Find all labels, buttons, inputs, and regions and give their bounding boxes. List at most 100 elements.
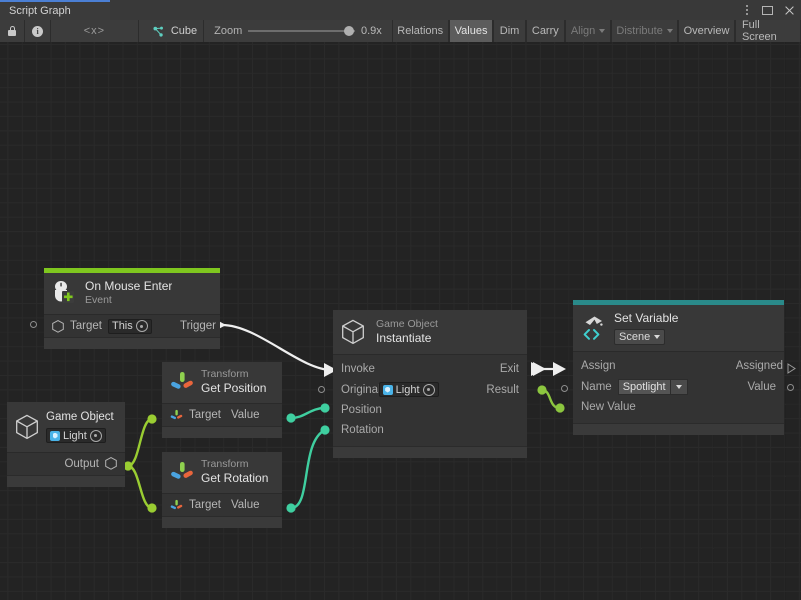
- row-target[interactable]: Target This Trigger: [44, 315, 220, 337]
- unity-code-icon: [581, 315, 607, 341]
- row-name-value[interactable]: Name Spotlight Value: [573, 376, 784, 397]
- graph-canvas[interactable]: On Mouse Enter Event Target This: [0, 42, 801, 600]
- node-on-mouse-enter[interactable]: On Mouse Enter Event Target This: [44, 268, 220, 349]
- script-graph-icon: [153, 25, 164, 38]
- node-body: Output: [7, 452, 125, 475]
- wire-dot: [320, 403, 329, 412]
- port-value-out[interactable]: [787, 384, 794, 391]
- row-original-result[interactable]: Original Light Result: [333, 379, 527, 400]
- tab-label: Script Graph: [9, 5, 71, 17]
- node-set-variable[interactable]: Set Variable Scene Assign Assigned Name: [573, 300, 784, 435]
- row-output[interactable]: Output: [7, 453, 125, 475]
- node-subtitle: Transform: [201, 458, 268, 471]
- row-label: Target: [189, 499, 221, 511]
- zoom-control[interactable]: Zoom 0.9x: [204, 20, 392, 42]
- gameobject-icon: [52, 320, 64, 333]
- port-assigned-out[interactable]: [786, 362, 788, 364]
- row-rotation[interactable]: Rotation: [333, 420, 527, 440]
- graph-source-object[interactable]: Cube: [139, 20, 204, 42]
- transform-mini-icon: [170, 499, 183, 512]
- light-object-icon: [383, 385, 393, 395]
- wire-position-to-instantiate-position: [291, 408, 325, 418]
- chevron-down-icon[interactable]: [670, 379, 688, 395]
- zoom-slider[interactable]: [248, 30, 355, 32]
- port-instantiate-result-free[interactable]: [318, 386, 325, 393]
- toolbar-button-distribute[interactable]: Distribute: [611, 20, 678, 42]
- node-get-position[interactable]: Transform Get Position Target Value: [162, 362, 282, 438]
- row-right-label: Exit: [500, 363, 519, 375]
- row-assign-assigned[interactable]: Assign Assigned: [573, 356, 784, 376]
- node-subtitle: Transform: [201, 368, 266, 381]
- chip-label: Light: [396, 384, 420, 396]
- node-title: Game Object: [46, 410, 114, 425]
- row-label: Target: [189, 409, 221, 421]
- variable-scope-dropdown[interactable]: Scene: [614, 329, 678, 345]
- toolbar-button-dim[interactable]: Dim: [493, 20, 525, 42]
- object-picker-icon[interactable]: [90, 430, 102, 442]
- row-new-value[interactable]: New Value: [573, 397, 784, 417]
- lock-toggle-button[interactable]: [0, 20, 25, 42]
- node-title: Set Variable: [614, 311, 678, 326]
- node-footer: [7, 475, 125, 487]
- zoom-slider-knob[interactable]: [344, 26, 354, 36]
- script-graph-window: Script Graph i <x> Cube: [0, 0, 801, 600]
- transform-axis-icon: [170, 460, 194, 484]
- graph-toolbar: i <x> Cube Zoom 0.9x Relations Values Dim C…: [0, 20, 801, 43]
- lock-icon: [8, 26, 16, 36]
- tab-script-graph[interactable]: Script Graph: [0, 0, 110, 20]
- node-get-rotation[interactable]: Transform Get Rotation Target Value: [162, 452, 282, 528]
- chevron-down-icon: [599, 29, 605, 33]
- row-right-label: Value: [231, 409, 260, 421]
- flow-arrow: [531, 362, 544, 376]
- toolbar-button-label: Full Screen: [742, 19, 794, 43]
- object-picker-icon[interactable]: [136, 320, 148, 332]
- scope-label: Scene: [619, 331, 650, 343]
- row-position[interactable]: Position: [333, 400, 527, 420]
- wire-dot: [537, 385, 546, 394]
- flow-arrow: [553, 362, 566, 376]
- port-setvariable-free[interactable]: [561, 385, 568, 392]
- node-footer: [162, 516, 282, 528]
- wire-dot: [147, 414, 156, 423]
- code-toggle-button[interactable]: <x>: [51, 20, 139, 42]
- row-target-value[interactable]: Target Value: [162, 404, 282, 426]
- menu-dots-icon[interactable]: [740, 4, 753, 17]
- row-invoke-exit[interactable]: Invoke Exit: [333, 359, 527, 379]
- mouse-event-icon: [52, 280, 78, 306]
- row-right-label: Value: [747, 381, 776, 393]
- row-label: Rotation: [341, 424, 384, 436]
- wire-dot: [147, 503, 156, 512]
- node-game-object-light[interactable]: Game Object Light Output: [7, 402, 125, 487]
- node-body: Assign Assigned Name Spotlight Value N: [573, 351, 784, 423]
- node-footer: [162, 426, 282, 438]
- toolbar-button-relations[interactable]: Relations: [392, 20, 449, 42]
- node-body: Target This Trigger: [44, 314, 220, 337]
- port-event-in[interactable]: [30, 321, 37, 328]
- info-icon: i: [32, 26, 43, 37]
- toolbar-button-full-screen[interactable]: Full Screen: [735, 20, 801, 42]
- node-subtitle: Game Object: [376, 318, 438, 331]
- row-target-value[interactable]: Target Value: [162, 494, 282, 516]
- variable-name-dropdown[interactable]: Spotlight: [618, 379, 688, 395]
- row-label: Invoke: [341, 363, 375, 375]
- row-label: Position: [341, 404, 382, 416]
- maximize-icon[interactable]: [762, 4, 775, 17]
- toolbar-button-overview[interactable]: Overview: [678, 20, 735, 42]
- node-instantiate[interactable]: Game Object Instantiate Invoke Exit Orig…: [333, 310, 527, 458]
- row-right-label: Result: [486, 384, 519, 396]
- object-picker-icon[interactable]: [423, 384, 435, 396]
- row-label: Target: [70, 320, 102, 332]
- toolbar-button-values[interactable]: Values: [449, 20, 494, 42]
- close-icon[interactable]: [784, 4, 797, 17]
- toolbar-button-align[interactable]: Align: [565, 20, 611, 42]
- info-button[interactable]: i: [25, 20, 50, 42]
- object-field[interactable]: Light: [46, 428, 114, 444]
- original-object-field[interactable]: Light: [379, 382, 439, 397]
- toolbar-button-label: Dim: [500, 25, 520, 37]
- node-header: Set Variable Scene: [573, 305, 784, 351]
- target-value-chip[interactable]: This: [108, 319, 152, 334]
- toolbar-button-carry[interactable]: Carry: [526, 20, 565, 42]
- window-controls: [740, 0, 797, 20]
- node-title: On Mouse Enter: [85, 279, 172, 294]
- toolbar-button-label: Relations: [397, 25, 443, 37]
